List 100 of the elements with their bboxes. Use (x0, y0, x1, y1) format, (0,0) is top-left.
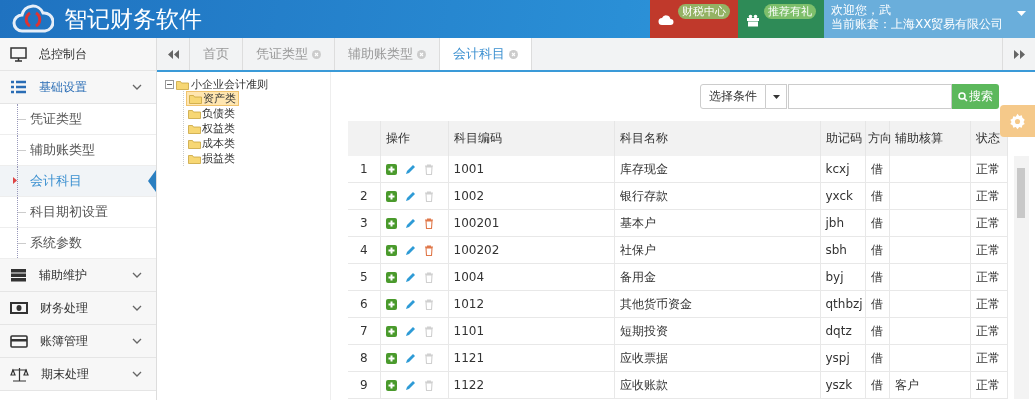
sidebar-group[interactable]: 财务处理 (0, 292, 156, 325)
table-cell: 正常 (975, 269, 1000, 284)
sidebar-subitem[interactable]: 凭证类型 (0, 104, 156, 135)
table-cell: 正常 (975, 350, 1000, 365)
tree-node[interactable]: 资产类 (186, 91, 239, 106)
gift-icon (746, 14, 760, 27)
add-icon[interactable] (385, 163, 397, 175)
banknote-icon (10, 302, 28, 314)
chevron-down-icon (132, 272, 142, 278)
table-cell: 应收账款 (619, 377, 668, 392)
sidebar-subitem[interactable]: 科目期初设置 (0, 197, 156, 228)
add-icon[interactable] (385, 298, 397, 310)
table-cell: 正常 (975, 242, 1000, 257)
column-header: 科目编码 (448, 121, 614, 156)
table-cell: 借 (870, 323, 883, 338)
pencil-icon[interactable] (404, 325, 416, 337)
table-cell: yszk (825, 378, 853, 392)
folder-icon (176, 79, 189, 90)
sidebar-group[interactable]: 辅助维护 (0, 259, 156, 292)
caret-down-icon (1017, 11, 1026, 16)
table-cell: yspj (825, 351, 850, 365)
add-icon[interactable] (385, 190, 397, 202)
pencil-icon[interactable] (404, 163, 416, 175)
table-cell: 借 (870, 215, 883, 230)
trash-icon[interactable] (423, 244, 434, 256)
close-icon[interactable] (509, 49, 518, 59)
pencil-icon[interactable] (404, 352, 416, 364)
row-number: 5 (348, 263, 380, 291)
add-icon[interactable] (385, 352, 397, 364)
collapse-icon[interactable] (165, 80, 174, 89)
table-cell: 备用金 (619, 269, 656, 284)
caret-down-icon (772, 94, 780, 99)
tree-node[interactable]: 权益类 (186, 121, 237, 136)
pencil-icon[interactable] (404, 298, 416, 310)
pencil-icon[interactable] (404, 271, 416, 283)
tree-node[interactable]: 损益类 (186, 151, 237, 166)
table-cell: 1121 (453, 351, 485, 365)
row-number: 4 (348, 236, 380, 264)
row-number: 3 (348, 209, 380, 237)
table-cell: 借 (870, 242, 883, 257)
sidebar-group[interactable]: 基础设置 (0, 71, 156, 104)
table-cell: 100202 (453, 243, 500, 257)
double-right-icon (1013, 49, 1025, 59)
close-icon[interactable] (417, 49, 426, 59)
add-icon[interactable] (385, 217, 397, 229)
double-left-icon (167, 49, 179, 59)
condition-select[interactable]: 选择条件 (700, 84, 766, 109)
table-cell: 借 (870, 161, 883, 176)
scrollbar[interactable] (1013, 156, 1029, 399)
cloud-icon (658, 15, 674, 26)
tree-node[interactable]: 负债类 (186, 106, 237, 121)
column-header: 科目名称 (614, 121, 820, 156)
sidebar-subitem[interactable]: 系统参数 (0, 228, 156, 259)
row-number: 6 (348, 290, 380, 318)
caret-right-icon (13, 177, 17, 184)
sidebar-subitem[interactable]: 辅助账类型 (0, 135, 156, 166)
table-cell: 借 (870, 188, 883, 203)
table-cell: 应收票据 (619, 350, 668, 365)
table-cell: 1002 (453, 189, 485, 203)
table-cell: 正常 (975, 215, 1000, 230)
add-icon[interactable] (385, 325, 397, 337)
table-cell: jbh (825, 216, 845, 230)
sidebar-group[interactable]: 账簿管理 (0, 325, 156, 358)
table-cell: 正常 (975, 188, 1000, 203)
stack-icon (10, 268, 27, 282)
table-cell: 社保户 (619, 242, 656, 257)
sidebar-group[interactable]: 期末处理 (0, 358, 156, 391)
search-icon (958, 91, 968, 102)
table-cell: 正常 (975, 161, 1000, 176)
pencil-icon[interactable] (404, 379, 416, 391)
table-cell: 1012 (453, 297, 485, 311)
search-field[interactable] (788, 84, 952, 109)
table-cell: 1101 (453, 324, 485, 338)
add-icon[interactable] (385, 379, 397, 391)
chevron-down-icon (132, 371, 142, 377)
table-cell: 短期投资 (619, 323, 668, 338)
table-cell: 借 (870, 296, 883, 311)
tab[interactable]: 会计科目 (440, 38, 532, 70)
trash-icon[interactable] (423, 217, 434, 229)
pencil-icon[interactable] (404, 244, 416, 256)
add-icon[interactable] (385, 244, 397, 256)
table-cell: kcxj (825, 162, 850, 176)
folder-icon (188, 123, 201, 134)
folder-icon (188, 138, 201, 149)
chevron-down-icon (132, 338, 142, 344)
close-icon[interactable] (312, 49, 321, 59)
pencil-icon[interactable] (404, 217, 416, 229)
table-cell: 1004 (453, 270, 485, 284)
tree-node[interactable]: 小企业会计准则 (191, 77, 268, 92)
add-icon[interactable] (385, 271, 397, 283)
sidebar-item[interactable]: 总控制台 (0, 38, 156, 71)
table-cell: 客户 (894, 377, 919, 392)
pencil-icon[interactable] (404, 190, 416, 202)
list-icon (10, 80, 27, 94)
column-header: 辅助核算 (889, 121, 970, 156)
table-cell: 借 (870, 350, 883, 365)
column-header: 助记码 (820, 121, 865, 156)
dropdown-button[interactable] (766, 84, 787, 109)
cloud-logo-icon (12, 4, 54, 34)
tree-node[interactable]: 成本类 (186, 136, 237, 151)
